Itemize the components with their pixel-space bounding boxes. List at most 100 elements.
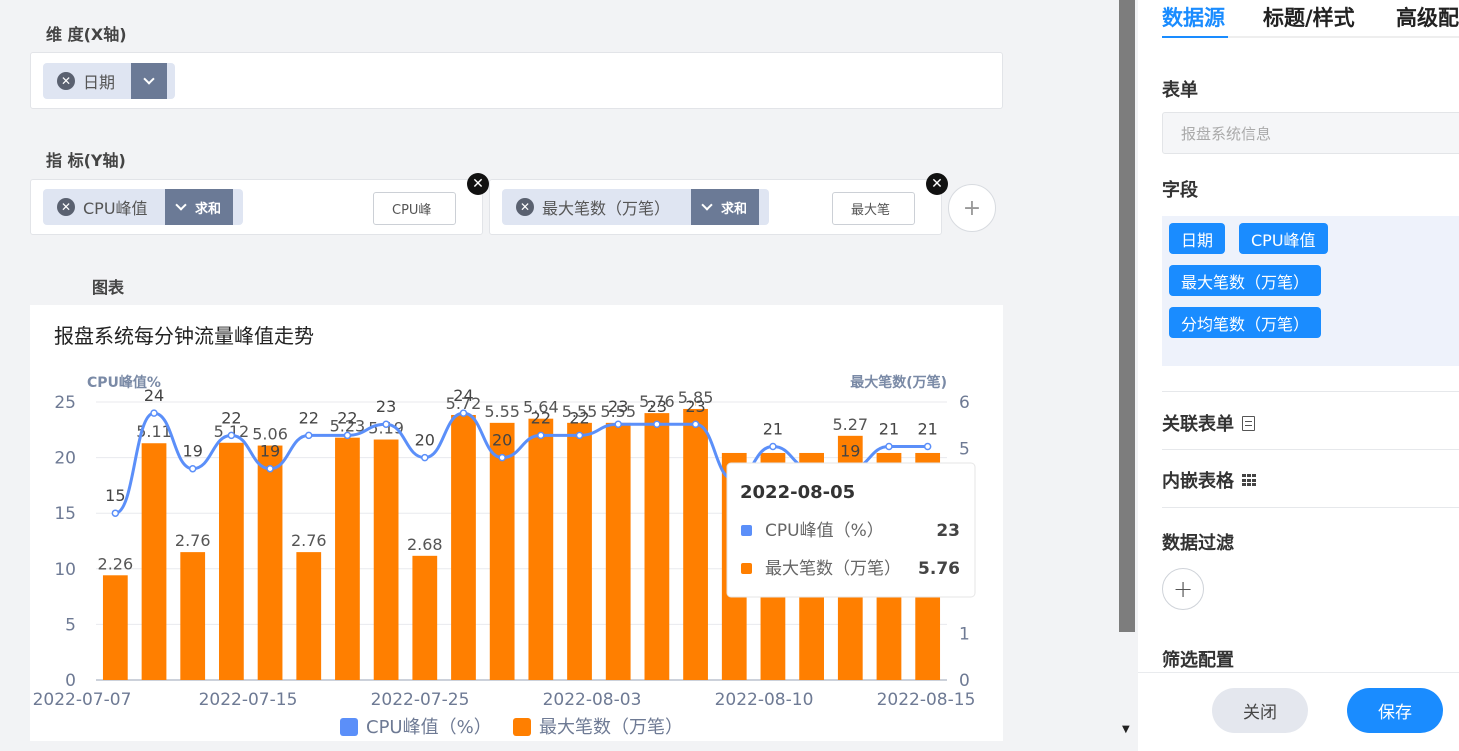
form-label: 表单 <box>1162 80 1198 101</box>
line-point <box>382 420 390 428</box>
line-point <box>421 453 429 462</box>
line-data-label: 21 <box>763 419 783 438</box>
line-data-label: 23 <box>608 397 628 416</box>
tooltip-value: 5.76 <box>918 559 960 579</box>
line-point <box>266 464 274 473</box>
line-point <box>227 431 236 440</box>
remove-tag-icon[interactable]: ✕ <box>516 198 534 216</box>
dimension-tag[interactable]: ✕ 日期 <box>43 63 175 99</box>
bar-data-label: 5.55 <box>484 402 520 421</box>
legend-label: CPU峰值（%） <box>366 717 492 738</box>
add-filter-button[interactable]: + <box>1162 568 1204 610</box>
remove-tag-icon[interactable]: ✕ <box>57 72 75 90</box>
line-point <box>305 431 313 440</box>
scrollbar-thumb[interactable] <box>1119 0 1135 632</box>
line-data-label: 19 <box>183 442 203 461</box>
y-right-tick-label: 6 <box>959 393 970 413</box>
tooltip-swatch <box>741 563 752 574</box>
tab-active-indicator <box>1162 36 1228 38</box>
y-left-tick-label: 5 <box>65 615 76 635</box>
aggregate-label: 求和 <box>195 201 222 217</box>
bar <box>335 437 360 680</box>
metric-label: 指 标(Y轴) <box>46 151 126 170</box>
legend-swatch <box>340 718 358 736</box>
field-chip-avg-count[interactable]: 分均笔数（万笔） <box>1169 307 1322 338</box>
line-data-label: 23 <box>685 397 705 416</box>
remove-tag-icon[interactable]: ✕ <box>57 198 75 216</box>
y-left-tick-label: 0 <box>65 671 76 691</box>
field-chip-date[interactable]: 日期 <box>1169 223 1226 254</box>
remove-metric-icon[interactable]: ✕ <box>467 173 489 195</box>
tooltip-swatch <box>741 525 752 536</box>
line-data-label: 24 <box>144 386 164 405</box>
line-point <box>111 509 120 517</box>
metric-tag-2[interactable]: ✕ 最大笔数（万笔） 求和 <box>502 189 769 225</box>
aggregate-dropdown[interactable]: 求和 <box>691 189 760 225</box>
line-data-label: 22 <box>299 408 319 427</box>
line-point <box>459 409 468 417</box>
bar <box>141 443 167 680</box>
line-data-label: 20 <box>492 431 512 450</box>
y-right-tick-label: 5 <box>959 439 970 459</box>
data-filter-label: 数据过滤 <box>1162 533 1234 554</box>
field-chip-max-count[interactable]: 最大笔数（万笔） <box>1169 265 1322 296</box>
bar <box>605 422 631 680</box>
bar-data-label: 2.26 <box>98 554 134 573</box>
metric-tag-label: 最大笔数（万笔） <box>542 199 671 218</box>
chevron-down-icon <box>175 199 187 211</box>
x-tick-label: 2022-07-07 <box>33 690 132 710</box>
close-button[interactable]: 关闭 <box>1212 688 1308 733</box>
bar-data-label: 5.27 <box>832 415 868 434</box>
divider <box>1162 507 1459 508</box>
divider <box>1162 449 1459 450</box>
remove-metric-icon[interactable]: ✕ <box>926 173 948 195</box>
metric-alias-input[interactable]: 最大笔 <box>832 192 915 225</box>
x-tick-label: 2022-08-15 <box>877 690 976 710</box>
add-metric-button[interactable]: + <box>948 184 996 232</box>
bar <box>489 422 515 680</box>
x-tick-label: 2022-07-15 <box>199 690 298 710</box>
tab-title-style[interactable]: 标题/样式 <box>1263 2 1355 32</box>
chevron-down-icon <box>701 199 713 211</box>
linked-form-row[interactable]: 关联表单 <box>1162 410 1255 436</box>
line-data-label: 23 <box>376 397 396 416</box>
bar <box>373 439 399 680</box>
metric-alias-input[interactable]: CPU峰 <box>373 192 456 225</box>
y-left-tick-label: 20 <box>54 449 76 469</box>
tooltip-date: 2022-08-05 <box>740 482 855 503</box>
fields-label: 字段 <box>1162 180 1198 201</box>
field-chip-cpu[interactable]: CPU峰值 <box>1239 223 1328 254</box>
line-point <box>150 409 158 417</box>
line-point <box>575 431 584 440</box>
tab-advanced[interactable]: 高级配 <box>1396 2 1459 32</box>
embedded-table-row[interactable]: 内嵌表格 <box>1162 467 1256 493</box>
x-tick-label: 2022-08-10 <box>715 690 814 710</box>
aggregate-dropdown[interactable]: 求和 <box>165 189 234 225</box>
y-right-tick-label: 1 <box>959 625 970 645</box>
bar <box>567 422 592 680</box>
bar <box>683 408 708 680</box>
dimension-dropdown-button[interactable] <box>131 63 167 99</box>
dimension-label: 维 度(X轴) <box>46 25 127 44</box>
bar <box>180 552 206 680</box>
line-data-label: 22 <box>337 408 357 427</box>
line-point <box>923 442 932 451</box>
line-point <box>498 453 506 462</box>
tooltip-label: 最大笔数（万笔） <box>765 559 901 579</box>
scroll-down-icon[interactable]: ▼ <box>1122 724 1130 735</box>
bar-data-label: 5.06 <box>252 425 288 444</box>
dimension-tag-label: 日期 <box>83 73 116 92</box>
metric-tag-1[interactable]: ✕ CPU峰值 求和 <box>43 189 243 225</box>
tab-data-source[interactable]: 数据源 <box>1162 2 1225 32</box>
form-select[interactable]: 报盘系统信息 <box>1162 112 1459 154</box>
aggregate-label: 求和 <box>721 201 748 217</box>
field-list: 日期 CPU峰值 最大笔数（万笔） 分均笔数（万笔） <box>1162 216 1459 366</box>
chevron-down-icon <box>143 73 155 85</box>
dimension-drop-zone[interactable] <box>30 52 1003 109</box>
bar-data-label: 2.76 <box>175 531 211 550</box>
line-data-label: 24 <box>453 386 473 405</box>
bar <box>528 418 554 680</box>
line-point <box>188 464 197 473</box>
save-button[interactable]: 保存 <box>1347 688 1443 733</box>
line-point <box>537 431 545 440</box>
